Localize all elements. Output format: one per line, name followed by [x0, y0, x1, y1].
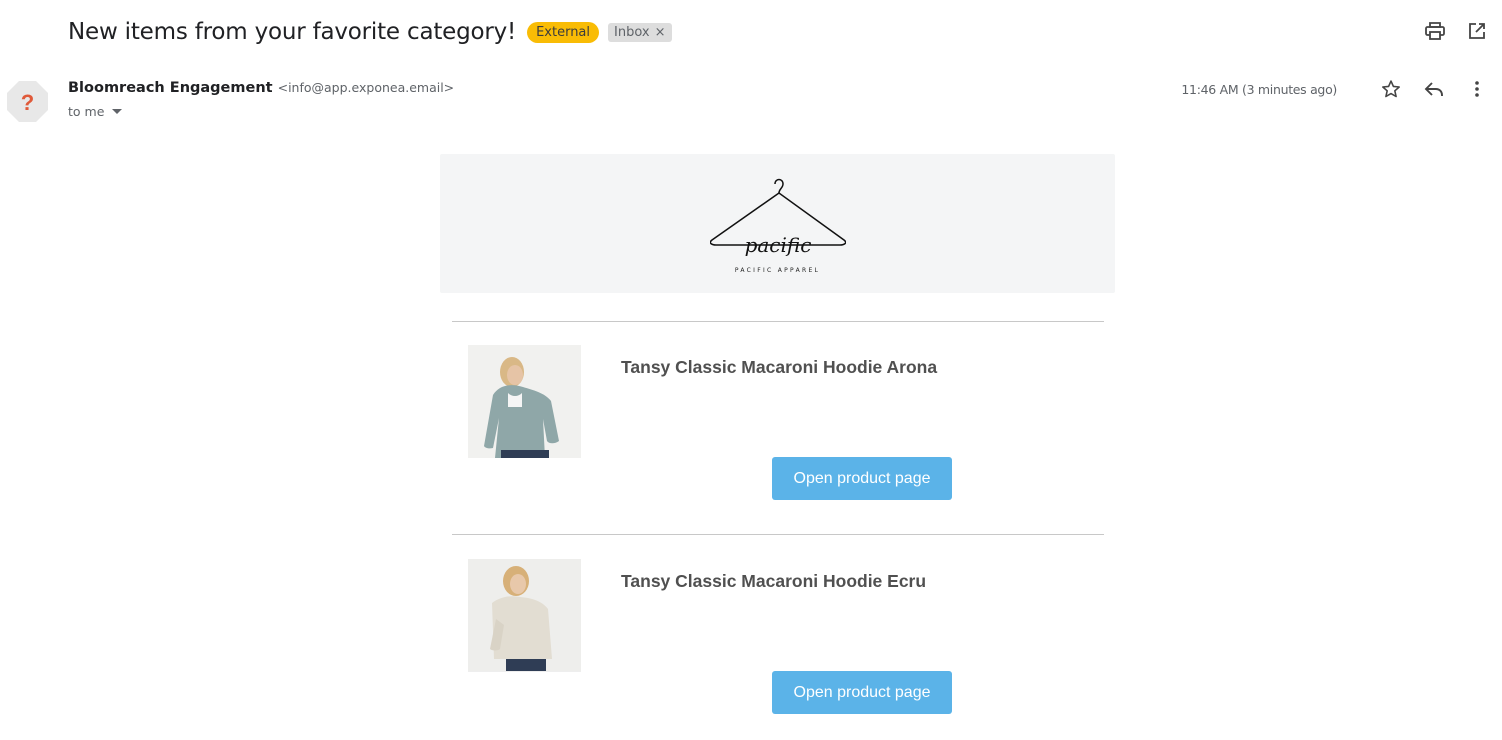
open-in-new-window-icon[interactable]: [1466, 20, 1488, 42]
timestamp: 11:46 AM (3 minutes ago): [1181, 81, 1337, 97]
product-divider: [452, 321, 1104, 322]
brand-banner: pacific PACIFIC APPAREL: [440, 154, 1115, 293]
sender-row: Bloomreach Engagement <info@app.exponea.…: [68, 80, 454, 96]
product-card: Tansy Classic Macaroni Hoodie Ecru Open …: [468, 559, 1098, 719]
email-subject: New items from your favorite category!: [68, 19, 517, 45]
thread-actions: [1424, 20, 1488, 42]
inbox-label-text: Inbox: [614, 24, 650, 40]
product-card: Tansy Classic Macaroni Hoodie Arona Open…: [468, 345, 1098, 505]
reply-icon[interactable]: [1423, 78, 1445, 100]
email-subject-row: New items from your favorite category! E…: [68, 14, 672, 50]
product-name[interactable]: Tansy Classic Macaroni Hoodie Arona: [621, 357, 937, 378]
brand-caption: PACIFIC APPAREL: [734, 267, 821, 274]
open-product-page-button[interactable]: Open product page: [772, 457, 952, 500]
chevron-down-icon[interactable]: [112, 109, 123, 114]
sender-name[interactable]: Bloomreach Engagement: [68, 80, 273, 96]
inbox-label[interactable]: Inbox ×: [608, 22, 672, 42]
product-image[interactable]: [468, 345, 581, 458]
email-body: pacific PACIFIC APPAREL Tansy Classic Ma…: [440, 154, 1115, 714]
product-name[interactable]: Tansy Classic Macaroni Hoodie Ecru: [621, 571, 926, 592]
message-meta: 11:46 AM (3 minutes ago): [1181, 78, 1488, 100]
brand-script: pacific: [745, 233, 812, 257]
remove-label-icon[interactable]: ×: [655, 25, 666, 40]
unknown-sender-icon: ?: [7, 81, 48, 122]
product-image[interactable]: [468, 559, 581, 672]
print-icon[interactable]: [1424, 20, 1446, 42]
hanger-logo: pacific: [710, 178, 846, 257]
product-divider: [452, 534, 1104, 535]
star-icon[interactable]: [1380, 78, 1402, 100]
external-badge: External: [527, 21, 600, 43]
recipient-details[interactable]: to me: [68, 104, 123, 119]
sender-email: <info@app.exponea.email>: [277, 80, 455, 95]
more-vert-icon[interactable]: [1466, 78, 1488, 100]
open-product-page-button[interactable]: Open product page: [772, 671, 952, 714]
recipient-text: to me: [68, 104, 105, 119]
sender-avatar[interactable]: ?: [6, 80, 49, 123]
avatar-glyph: ?: [21, 90, 34, 115]
